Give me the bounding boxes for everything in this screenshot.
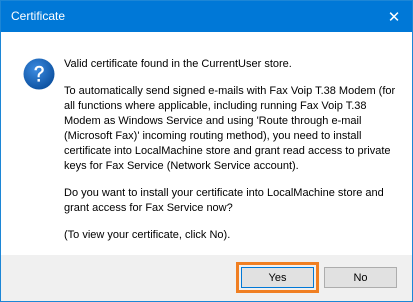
no-button[interactable]: No — [324, 267, 397, 288]
message-text: Valid certificate found in the CurrentUs… — [64, 57, 404, 255]
window-title: Certificate — [11, 9, 66, 23]
message-paragraph-3: Do you want to install your certificate … — [64, 187, 384, 214]
title-bar[interactable]: Certificate ✕ — [1, 1, 412, 32]
dialog-content: Valid certificate found in the CurrentUs… — [1, 32, 412, 255]
close-icon: ✕ — [387, 8, 401, 26]
close-button[interactable]: ✕ — [376, 1, 412, 32]
message-paragraph-4: (To view your certificate, click No). — [64, 229, 231, 241]
message-line-1: Valid certificate found in the CurrentUs… — [64, 58, 292, 70]
certificate-dialog: Certificate ✕ Valid certificate found in… — [0, 0, 413, 302]
yes-button[interactable]: Yes — [236, 262, 319, 293]
message-paragraph-2: To automatically send signed e-mails wit… — [64, 85, 396, 172]
question-icon — [23, 58, 55, 90]
button-bar: Yes No — [1, 255, 412, 301]
